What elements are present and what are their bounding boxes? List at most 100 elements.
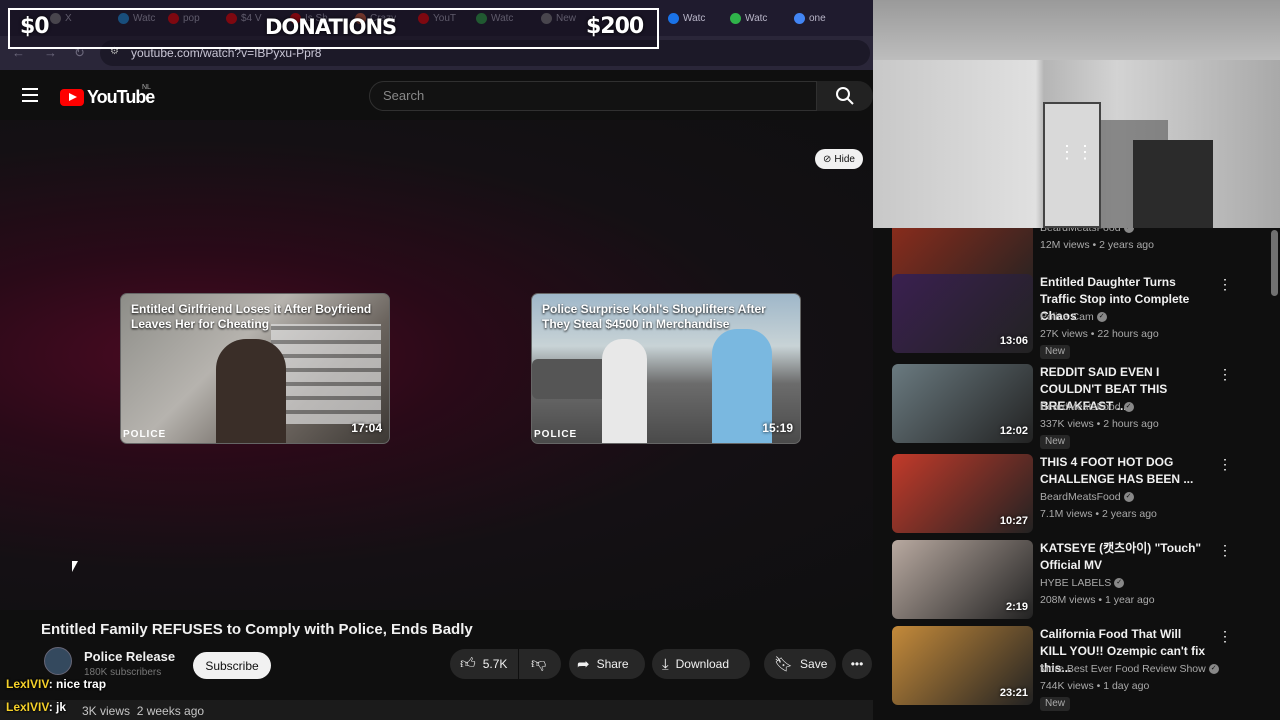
channel-label: BeardMeatsFood xyxy=(1040,401,1121,413)
new-badge: New xyxy=(1040,697,1071,711)
recommended-video[interactable]: 23:21 California Food That Will KILL YOU!… xyxy=(892,626,1272,711)
upload-age: 2 weeks ago xyxy=(136,704,205,718)
more-vertical-icon[interactable]: ⋮ xyxy=(1218,628,1232,645)
share-button[interactable]: ➦ Share xyxy=(569,649,645,679)
dislike-button[interactable]: 👎︎ xyxy=(519,649,561,679)
endcard-video-1[interactable]: Entitled Girlfriend Loses it After Boyfr… xyxy=(120,293,390,444)
search-icon xyxy=(836,87,854,105)
chat-user: LexIVIV xyxy=(6,700,49,714)
endcard-thumb-person xyxy=(602,339,647,443)
video-title: Entitled Family REFUSES to Comply with P… xyxy=(41,621,473,638)
video-duration: 2:19 xyxy=(1005,601,1028,613)
video-meta: 337K views • 2 hours ago xyxy=(1040,418,1159,430)
video-duration: 23:21 xyxy=(999,687,1028,699)
browser-tab[interactable]: Watc xyxy=(730,10,767,26)
video-thumbnail[interactable]: 12:02 xyxy=(892,364,1033,443)
search-placeholder: Search xyxy=(383,88,425,103)
donations-overlay: $0 DONATIONS $200 xyxy=(8,8,659,49)
video-meta: 7.1M views • 2 years ago xyxy=(1040,508,1157,520)
recommended-video[interactable]: 10:27 THIS 4 FOOT HOT DOG CHALLENGE HAS B… xyxy=(892,454,1272,534)
channel-name[interactable]: More Best Ever Food Review Show ✓ xyxy=(1040,663,1219,675)
video-thumbnail[interactable]: 13:06 xyxy=(892,274,1033,353)
channel-label: HYBE LABELS xyxy=(1040,577,1112,589)
verified-icon: ✓ xyxy=(1123,492,1134,503)
new-badge: New xyxy=(1040,435,1071,449)
webcam-shelf xyxy=(1043,102,1101,228)
video-title[interactable]: THIS 4 FOOT HOT DOG CHALLENGE HAS BEEN .… xyxy=(1040,454,1210,488)
browser-tab[interactable]: Watc xyxy=(668,10,705,26)
more-horizontal-icon: ••• xyxy=(850,657,864,671)
endcard-watermark: POLICE xyxy=(534,429,578,440)
channel-label: BeardMeatsFood xyxy=(1040,491,1121,503)
channel-name[interactable]: BeardMeatsFood✓ xyxy=(1040,228,1134,234)
donation-current: $0 xyxy=(20,14,50,39)
youtube-logo[interactable]: YouTube xyxy=(60,87,155,107)
grid-icon: ⋮⋮ xyxy=(1058,142,1094,162)
download-icon: ⤓ xyxy=(662,655,669,673)
new-badge: New xyxy=(1040,345,1071,359)
endcard-watermark: POLICE xyxy=(123,429,167,440)
tab-favicon-icon xyxy=(730,12,741,24)
like-button[interactable]: 👍︎ 5.7K xyxy=(450,649,518,679)
channel-avatar[interactable] xyxy=(44,647,72,675)
more-vertical-icon[interactable]: ⋮ xyxy=(1218,542,1232,559)
endcard-title: Police Surprise Kohl's Shoplifters After… xyxy=(542,302,766,331)
more-actions-button[interactable]: ••• xyxy=(842,649,872,679)
sidebar-scrollbar[interactable] xyxy=(1271,230,1278,296)
video-title[interactable]: KATSEYE (캣츠아이) "Touch" Official MV xyxy=(1040,540,1210,574)
endcard-thumb-car xyxy=(532,359,612,399)
menu-icon[interactable] xyxy=(22,88,38,102)
chat-text: : nice trap xyxy=(48,677,107,691)
recommendations-sidebar: 12:07BeardMeatsFood✓12M views • 2 years … xyxy=(880,228,1280,720)
country-code: NL xyxy=(142,84,151,91)
verified-icon: ✓ xyxy=(1123,228,1134,234)
verified-icon: ✓ xyxy=(1123,402,1134,413)
channel-name[interactable]: Police Release xyxy=(84,649,175,664)
chat-message: LexIVIV: nice trap xyxy=(6,677,106,691)
share-icon: ➦ xyxy=(577,656,590,673)
bookmark-icon: 🔖︎ xyxy=(774,656,794,673)
recommended-video[interactable]: 13:06 Entitled Daughter Turns Traffic Sto… xyxy=(892,274,1272,359)
endcard-video-2[interactable]: Police Surprise Kohl's Shoplifters After… xyxy=(531,293,801,444)
download-button[interactable]: ⤓ Download xyxy=(652,649,750,679)
more-vertical-icon[interactable]: ⋮ xyxy=(1218,276,1232,293)
endcard-thumb-person xyxy=(216,339,286,443)
more-vertical-icon[interactable]: ⋮ xyxy=(1218,366,1232,383)
search-button[interactable] xyxy=(817,81,873,111)
channel-label: BeardMeatsFood xyxy=(1040,228,1121,234)
hide-label: Hide xyxy=(834,153,855,165)
youtube-play-icon xyxy=(60,88,84,106)
channel-label: Police Cam xyxy=(1040,311,1094,323)
endcard-thumb-scene xyxy=(271,324,381,424)
tab-label: Watc xyxy=(683,12,706,24)
hide-endcards-button[interactable]: ⊘ Hide xyxy=(815,149,863,169)
recommended-video[interactable]: 2:19 KATSEYE (캣츠아이) "Touch" Official MV ⋮ H… xyxy=(892,540,1272,620)
channel-name[interactable]: Police Cam ✓ xyxy=(1040,311,1107,323)
channel-name[interactable]: HYBE LABELS ✓ xyxy=(1040,577,1125,589)
recommended-video[interactable]: 12:02 REDDIT SAID EVEN I COULDN'T BEAT TH… xyxy=(892,364,1272,449)
tab-favicon-icon xyxy=(668,12,679,24)
description-meta: 3K views 2 weeks ago xyxy=(82,704,204,718)
channel-name[interactable]: BeardMeatsFood✓ xyxy=(1040,491,1134,503)
more-vertical-icon[interactable]: ⋮ xyxy=(1218,456,1232,473)
video-meta: 744K views • 1 day ago xyxy=(1040,680,1150,692)
webcam-monitor xyxy=(1133,140,1213,228)
chat-message: LexIVIV: jk xyxy=(6,700,66,714)
subscribe-button[interactable]: Subscribe xyxy=(193,652,271,679)
search-input[interactable] xyxy=(369,81,817,111)
tab-favicon-icon xyxy=(794,12,805,24)
chat-user: LexIVIV xyxy=(6,677,49,691)
thumbs-down-icon: 👎︎ xyxy=(531,655,547,672)
video-duration: 13:06 xyxy=(999,335,1028,347)
video-thumbnail[interactable]: 10:27 xyxy=(892,454,1033,533)
video-meta: 27K views • 22 hours ago xyxy=(1040,328,1159,340)
video-thumbnail[interactable]: 23:21 xyxy=(892,626,1033,705)
video-thumbnail[interactable]: 2:19 xyxy=(892,540,1033,619)
save-button[interactable]: 🔖︎ Save xyxy=(764,649,836,679)
mouse-cursor-icon xyxy=(72,561,78,572)
channel-name[interactable]: BeardMeatsFood✓ xyxy=(1040,401,1134,413)
share-label: Share xyxy=(596,657,629,671)
view-count: 3K views xyxy=(82,704,131,718)
browser-tab[interactable]: one xyxy=(794,10,826,26)
like-count: 5.7K xyxy=(482,657,508,671)
